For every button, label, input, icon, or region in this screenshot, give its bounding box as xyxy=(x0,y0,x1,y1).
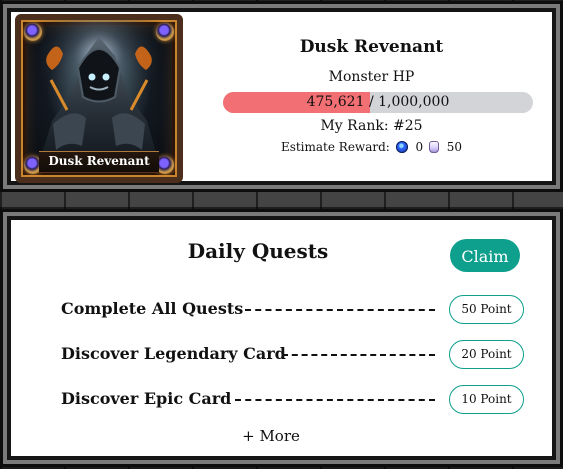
reward-skull-amount: 50 xyxy=(446,140,463,154)
reward-label: Estimate Reward: xyxy=(280,140,390,154)
monster-hp-bar: 475,621 / 1,000,000 xyxy=(223,92,533,113)
boss-card[interactable]: Dusk Revenant xyxy=(15,14,183,183)
token-icon xyxy=(395,141,408,153)
daily-quests-title: Daily Quests xyxy=(187,239,329,263)
quest-row: Discover Legendary Card 20 Point xyxy=(61,340,526,370)
boss-name: Dusk Revenant xyxy=(299,37,444,57)
skull-icon xyxy=(428,141,439,153)
corner-gem-icon xyxy=(156,23,174,41)
quest-points: 50 Point xyxy=(449,295,524,324)
boss-panel: Dusk Revenant Dusk Revenant Monster HP 4… xyxy=(7,8,556,185)
more-quests-link[interactable]: + More xyxy=(231,427,311,445)
quest-leader xyxy=(282,354,435,356)
daily-quests-panel: Daily Quests Claim Complete All Quests 5… xyxy=(7,216,556,460)
hp-max: 1,000,000 xyxy=(378,94,450,110)
quest-leader xyxy=(245,309,435,311)
my-rank: My Rank: #25 xyxy=(320,118,423,134)
quest-leader xyxy=(235,399,435,401)
quest-name: Complete All Quests xyxy=(61,299,244,318)
quest-points: 10 Point xyxy=(449,385,524,414)
claim-button[interactable]: Claim xyxy=(450,239,520,272)
hp-current: 475,621 xyxy=(306,94,365,110)
quest-name: Discover Epic Card xyxy=(61,389,232,408)
monster-hp-label: Monster HP xyxy=(328,69,415,85)
quest-name: Discover Legendary Card xyxy=(61,344,286,363)
quest-row: Complete All Quests 50 Point xyxy=(61,295,526,325)
hp-separator: / xyxy=(368,94,374,110)
monster-hp-value: 475,621 / 1,000,000 xyxy=(223,92,533,113)
quest-points: 20 Point xyxy=(449,340,524,369)
quest-row: Discover Epic Card 10 Point xyxy=(61,385,526,415)
corner-gem-icon xyxy=(24,23,42,41)
reward-token-amount: 0 xyxy=(415,140,424,154)
card-name: Dusk Revenant xyxy=(39,151,159,173)
estimate-reward: Estimate Reward: 0 50 xyxy=(191,140,552,154)
